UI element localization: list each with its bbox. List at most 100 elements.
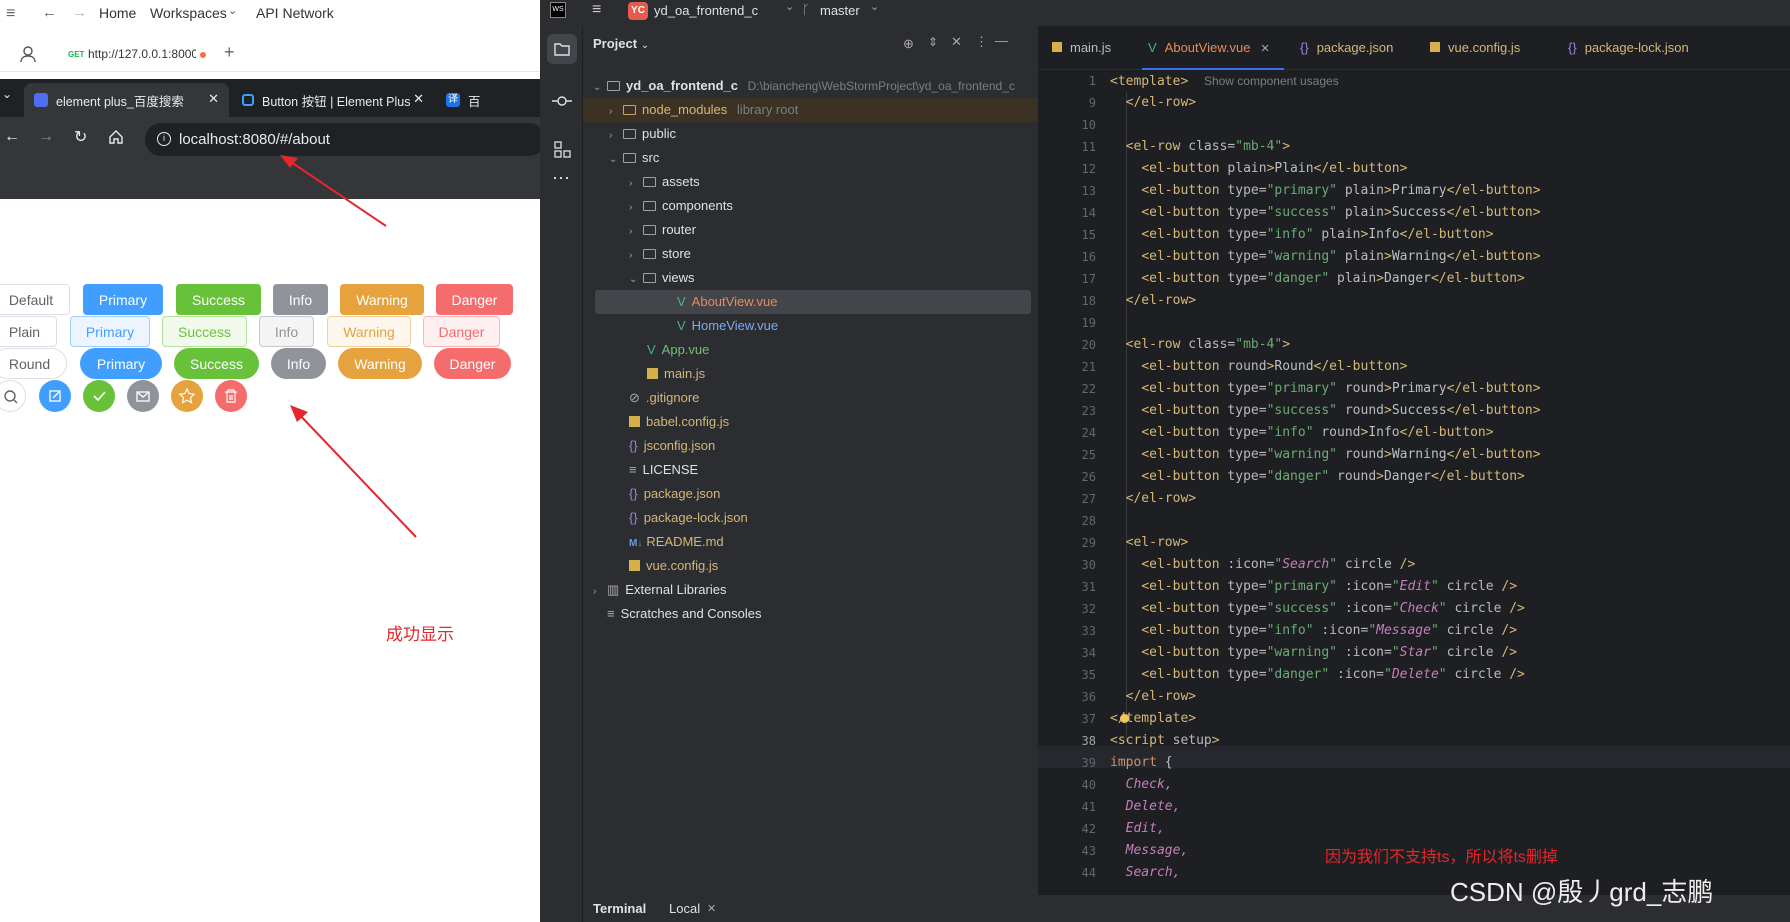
- tree-item-gitignore[interactable]: ⊘ .gitignore: [629, 386, 699, 410]
- folder-icon: [643, 249, 656, 259]
- tree-label: External Libraries: [625, 582, 727, 597]
- options-icon[interactable]: ⋮: [975, 34, 988, 50]
- tab-label: vue.config.js: [1448, 40, 1521, 55]
- tree-item-homeview[interactable]: V HomeView.vue: [677, 314, 778, 338]
- line-number: 40: [1081, 778, 1096, 792]
- tree-item-public[interactable]: › public: [609, 122, 676, 146]
- tree-item-components[interactable]: › components: [629, 194, 733, 218]
- code-line: import {: [1110, 755, 1173, 770]
- project-tool-button[interactable]: [547, 34, 577, 64]
- tree-item-package-json[interactable]: {} package.json: [629, 482, 720, 506]
- close-icon[interactable]: ✕: [1260, 43, 1269, 55]
- tree-label: store: [662, 246, 691, 261]
- line-number: 1: [1088, 74, 1096, 88]
- line-number: 32: [1081, 602, 1096, 616]
- code-line: </el-row>: [1125, 689, 1197, 704]
- tab-package-lock[interactable]: {} package-lock.json: [1568, 26, 1689, 70]
- root-path: D:\biancheng\WebStormProject\yd_oa_front…: [747, 79, 1015, 93]
- tree-item-node-modules[interactable]: › node_modules library root: [583, 98, 1038, 122]
- chevron-right-icon: ›: [609, 106, 613, 117]
- line-number: 20: [1081, 338, 1096, 352]
- line-number: 19: [1081, 316, 1096, 330]
- tree-item-package-lock[interactable]: {} package-lock.json: [629, 506, 748, 530]
- tab-main-js[interactable]: main.js: [1052, 26, 1111, 70]
- tab-aboutview[interactable]: V AboutView.vue ✕: [1142, 26, 1284, 70]
- ide-window: WS ≡ YC yd_oa_frontend_c ⌄ ᚴ master ⌄ ⋯ …: [540, 0, 1790, 922]
- chevron-right-icon: ›: [629, 250, 633, 261]
- code-line: <el-button type="danger" :icon="Delete" …: [1141, 667, 1525, 682]
- tree-item-app-vue[interactable]: V App.vue: [647, 338, 709, 362]
- chevron-right-icon: ›: [629, 178, 633, 189]
- tree-item-external-libraries[interactable]: › ▥ External Libraries: [593, 578, 726, 602]
- text-file-icon: ≡: [629, 462, 637, 477]
- folder-icon: [643, 273, 656, 283]
- tree-item-readme[interactable]: M↓ README.md: [629, 530, 724, 554]
- code-line: <el-row class="mb-4">: [1125, 139, 1291, 154]
- line-number: 23: [1081, 404, 1096, 418]
- project-name[interactable]: yd_oa_frontend_c: [654, 3, 758, 18]
- commit-icon: [552, 96, 572, 106]
- tree-item-license[interactable]: ≡ LICENSE: [629, 458, 698, 482]
- code-line: <el-button type="danger" plain>Danger</e…: [1141, 271, 1525, 286]
- json-icon: {}: [1300, 40, 1309, 55]
- tree-item-main-js[interactable]: main.js: [647, 362, 705, 386]
- tree-item-jsconfig[interactable]: {} jsconfig.json: [629, 434, 715, 458]
- folder-icon: [623, 105, 636, 115]
- code-line: <el-button type="info" :icon="Message" c…: [1141, 623, 1518, 638]
- line-number: 16: [1081, 250, 1096, 264]
- code-line: <el-row>: [1125, 535, 1189, 550]
- code-line: <el-button type="primary" round>Primary<…: [1141, 381, 1541, 396]
- code-editor: main.js V AboutView.vue ✕ {} package.json v…: [1038, 26, 1790, 922]
- tab-vue-config[interactable]: vue.config.js: [1430, 26, 1520, 70]
- tree-label: router: [662, 222, 696, 237]
- tree-item-assets[interactable]: › assets: [629, 170, 700, 194]
- expand-all-icon[interactable]: ⇕: [928, 35, 938, 49]
- tree-item-vue-config[interactable]: vue.config.js: [629, 554, 718, 578]
- close-icon[interactable]: ✕: [707, 902, 716, 915]
- intention-bulb-icon[interactable]: [1120, 714, 1129, 723]
- code-line: Search,: [1110, 862, 1181, 884]
- project-panel-title[interactable]: Project ⌄: [593, 36, 649, 51]
- code-line: Delete,: [1110, 796, 1181, 818]
- code-token: </el-row>: [1125, 95, 1197, 110]
- hide-icon[interactable]: —: [995, 33, 1008, 48]
- commit-tool-button[interactable]: [547, 86, 577, 116]
- project-badge: YC: [628, 2, 648, 20]
- tree-item-scratches[interactable]: ≡ Scratches and Consoles: [607, 602, 762, 626]
- tree-item-views[interactable]: ⌄ views: [629, 266, 695, 290]
- code-line: <el-button plain>Plain</el-button>: [1141, 161, 1408, 176]
- collapse-all-icon[interactable]: ✕: [951, 34, 962, 50]
- structure-tool-button[interactable]: [547, 134, 577, 164]
- tree-item-aboutview[interactable]: V AboutView.vue: [595, 290, 1031, 314]
- more-tools-icon[interactable]: ⋯: [552, 168, 571, 189]
- folder-icon: [607, 81, 620, 91]
- library-icon: ▥: [607, 582, 620, 597]
- main-menu-icon[interactable]: ≡: [592, 1, 601, 19]
- code-area[interactable]: 1 9 10 11 12 13 14 15 16 17 18 19 20 21 22 23 24 25 26 27 28…: [1038, 70, 1790, 922]
- tree-item-src[interactable]: ⌄ src: [609, 146, 659, 170]
- tree-item-babel[interactable]: babel.config.js: [629, 410, 729, 434]
- code-line: </el-row>: [1125, 491, 1197, 506]
- tree-label: .gitignore: [645, 390, 700, 405]
- vue-icon: V: [1148, 40, 1157, 55]
- tree-root[interactable]: ⌄ yd_oa_frontend_c D:\biancheng\WebStormP…: [593, 74, 1033, 98]
- terminal-tab[interactable]: Terminal: [593, 901, 646, 916]
- tree-label: main.js: [664, 366, 706, 381]
- tab-package-json[interactable]: {} package.json: [1300, 26, 1393, 70]
- tree-label: App.vue: [661, 342, 710, 357]
- chevron-down-icon[interactable]: ⌄: [785, 0, 794, 13]
- component-usages-hint[interactable]: Show component usages: [1204, 74, 1339, 88]
- chevron-right-icon: ›: [609, 130, 613, 141]
- local-tab[interactable]: Local: [669, 901, 700, 916]
- branch-name[interactable]: master: [820, 3, 860, 18]
- webstorm-logo-icon: WS: [550, 2, 566, 18]
- tree-item-router[interactable]: › router: [629, 218, 696, 242]
- chevron-down-icon[interactable]: ⌄: [870, 0, 879, 13]
- scratches-icon: ≡: [607, 606, 615, 621]
- folder-icon: [623, 153, 636, 163]
- json-icon: {}: [1568, 40, 1577, 55]
- tree-item-store[interactable]: › store: [629, 242, 691, 266]
- locate-icon[interactable]: ⊕: [903, 36, 914, 52]
- chevron-right-icon: ›: [629, 226, 633, 237]
- tree-label: vue.config.js: [646, 558, 719, 573]
